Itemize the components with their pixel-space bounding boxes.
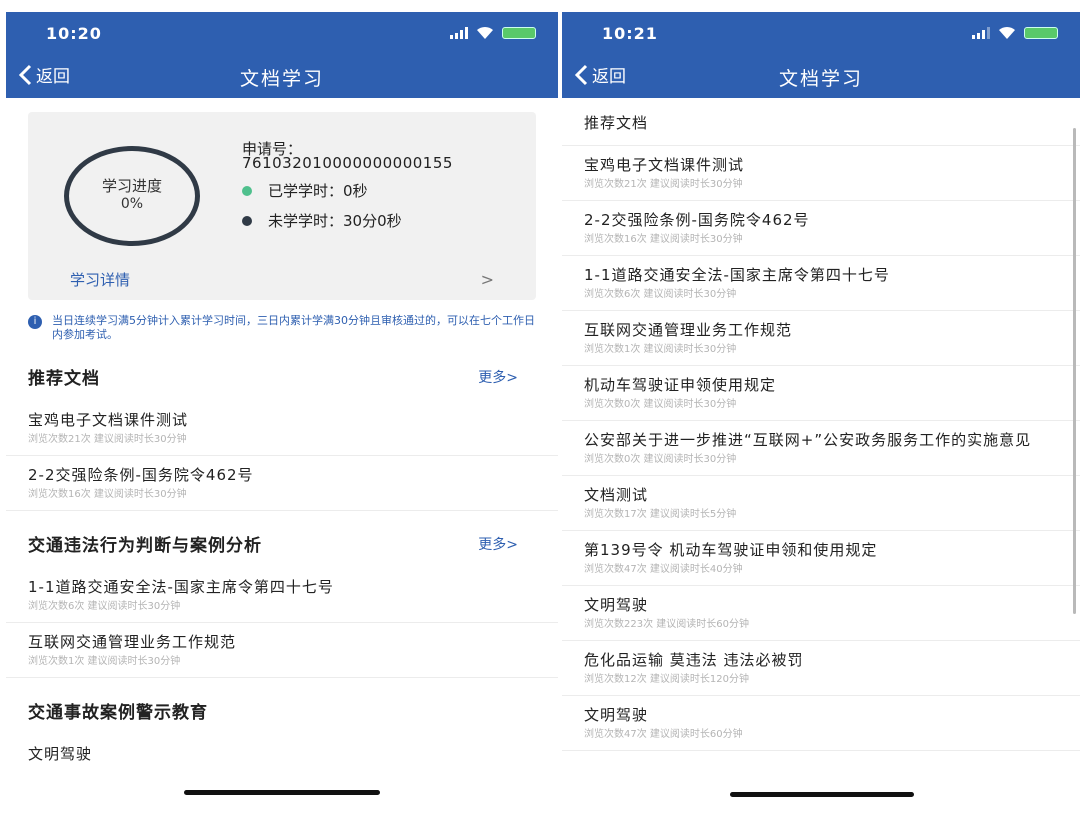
doc-meta: 浏览次数47次 建议阅读时长40分钟 [584, 564, 743, 575]
doc-meta: 浏览次数0次 建议阅读时长30分钟 [584, 454, 737, 465]
section-title: 交通事故案例警示教育 [28, 703, 208, 723]
doc-title: 1-1道路交通安全法-国家主席令第四十七号 [28, 578, 334, 596]
doc-list-item[interactable]: 危化品运输 莫违法 违法必被罚 浏览次数12次 建议阅读时长120分钟 [562, 641, 1080, 696]
doc-title: 文明驾驶 [584, 706, 649, 724]
home-indicator [730, 792, 914, 797]
doc-title: 1-1道路交通安全法-国家主席令第四十七号 [584, 266, 890, 284]
doc-meta: 浏览次数21次 建议阅读时长30分钟 [584, 179, 743, 190]
doc-list-item[interactable]: 文明驾驶 [6, 735, 558, 765]
doc-title: 互联网交通管理业务工作规范 [28, 633, 237, 651]
info-icon: i [28, 315, 42, 329]
doc-meta: 浏览次数21次 建议阅读时长30分钟 [28, 434, 187, 445]
doc-meta: 浏览次数6次 建议阅读时长30分钟 [28, 601, 181, 612]
doc-meta: 浏览次数47次 建议阅读时长60分钟 [584, 729, 743, 740]
wifi-icon [477, 26, 493, 39]
doc-list-item[interactable]: 互联网交通管理业务工作规范 浏览次数1次 建议阅读时长30分钟 [6, 623, 558, 678]
scrollbar[interactable] [1073, 128, 1076, 614]
section-header-recommended: 推荐文档 更多> [6, 364, 558, 389]
doc-list-item[interactable]: 机动车驾驶证申领使用规定 浏览次数0次 建议阅读时长30分钟 [562, 366, 1080, 421]
status-icons [972, 26, 1058, 40]
doc-title: 2-2交强险条例-国务院令462号 [584, 211, 810, 229]
nav-bar: 返回 文档学习 [562, 54, 1080, 98]
header: 10:21 返回 文档学习 [562, 12, 1080, 98]
application-number: 761032010000000000155 [242, 154, 453, 172]
doc-meta: 浏览次数1次 建议阅读时长30分钟 [28, 656, 181, 667]
unlearned-hours-text: 未学学时：30分0秒 [268, 212, 402, 230]
study-detail-label: 学习详情 [70, 270, 131, 289]
learned-hours: 已学学时：0秒 [242, 180, 368, 201]
wifi-icon [999, 26, 1015, 39]
section-header-accident: 交通事故案例警示教育 [6, 698, 558, 723]
nav-bar: 返回 文档学习 [6, 54, 558, 98]
page-title: 文档学习 [239, 68, 324, 90]
page-title: 文档学习 [778, 68, 863, 90]
more-link[interactable]: 更多> [478, 367, 518, 387]
doc-title: 宝鸡电子文档课件测试 [28, 411, 189, 429]
doc-meta: 浏览次数12次 建议阅读时长120分钟 [584, 674, 749, 685]
section-header-violation: 交通违法行为判断与案例分析 更多> [6, 531, 558, 556]
doc-title: 机动车驾驶证申领使用规定 [584, 376, 777, 394]
progress-percent: 0% [120, 196, 144, 212]
notice: i 当日连续学习满5分钟计入累计学习时间，三日内累计学满30分钟且审核通过的，可… [6, 300, 558, 342]
phone-screen-right: 10:21 返回 文档学习 推荐文档 宝鸡电子文档课件测试 浏览次数21次 建议… [562, 12, 1080, 820]
doc-title: 公安部关于进一步推进“互联网+”公安政务服务工作的实施意见 [584, 431, 1032, 449]
doc-title: 互联网交通管理业务工作规范 [584, 321, 793, 339]
doc-list-item[interactable]: 宝鸡电子文档课件测试 浏览次数21次 建议阅读时长30分钟 [6, 401, 558, 456]
status-bar: 10:21 [562, 12, 1080, 54]
doc-list-item[interactable]: 第139号令 机动车驾驶证申领和使用规定 浏览次数47次 建议阅读时长40分钟 [562, 531, 1080, 586]
doc-title: 宝鸡电子文档课件测试 [584, 156, 745, 174]
progress-ring: 学习进度 0% [64, 146, 200, 246]
doc-list-item[interactable]: 文档测试 浏览次数17次 建议阅读时长5分钟 [562, 476, 1080, 531]
doc-title: 危化品运输 莫违法 违法必被罚 [584, 651, 804, 669]
section-title: 交通违法行为判断与案例分析 [28, 536, 262, 556]
doc-list-item[interactable]: 文明驾驶 浏览次数47次 建议阅读时长60分钟 [562, 696, 1080, 751]
battery-icon [502, 27, 536, 39]
more-link[interactable]: 更多> [478, 534, 518, 554]
doc-title: 2-2交强险条例-国务院令462号 [28, 466, 254, 484]
header: 10:20 返回 文档学习 [6, 12, 558, 98]
learned-hours-text: 已学学时：0秒 [268, 182, 368, 200]
progress-card: 学习进度 0% 申请号： 761032010000000000155 已学学时：… [28, 112, 536, 300]
doc-title: 文明驾驶 [28, 745, 93, 763]
section-title: 推荐文档 [562, 98, 1080, 146]
battery-icon [1024, 27, 1058, 39]
doc-list-item[interactable]: 1-1道路交通安全法-国家主席令第四十七号 浏览次数6次 建议阅读时长30分钟 [6, 568, 558, 623]
progress-label: 学习进度 [101, 177, 162, 195]
doc-meta: 浏览次数223次 建议阅读时长60分钟 [584, 619, 749, 630]
chevron-right-icon: > [480, 269, 494, 289]
unlearned-hours: 未学学时：30分0秒 [242, 210, 402, 231]
doc-meta: 浏览次数1次 建议阅读时长30分钟 [584, 344, 737, 355]
study-detail-row[interactable]: 学习详情 > [28, 258, 536, 300]
home-indicator [184, 790, 380, 795]
status-icons [450, 26, 536, 40]
doc-title: 文档测试 [584, 486, 649, 504]
signal-icon [972, 27, 990, 39]
doc-list-item[interactable]: 2-2交强险条例-国务院令462号 浏览次数16次 建议阅读时长30分钟 [6, 456, 558, 511]
notice-text: 当日连续学习满5分钟计入累计学习时间，三日内累计学满30分钟且审核通过的，可以在… [52, 314, 535, 341]
doc-list-item[interactable]: 2-2交强险条例-国务院令462号 浏览次数16次 建议阅读时长30分钟 [562, 201, 1080, 256]
doc-meta: 浏览次数6次 建议阅读时长30分钟 [584, 289, 737, 300]
doc-list-item[interactable]: 1-1道路交通安全法-国家主席令第四十七号 浏览次数6次 建议阅读时长30分钟 [562, 256, 1080, 311]
section-title: 推荐文档 [28, 369, 100, 389]
doc-meta: 浏览次数17次 建议阅读时长5分钟 [584, 509, 737, 520]
doc-meta: 浏览次数16次 建议阅读时长30分钟 [584, 234, 743, 245]
unlearned-dot-icon [242, 215, 252, 226]
doc-list-item[interactable]: 文明驾驶 浏览次数223次 建议阅读时长60分钟 [562, 586, 1080, 641]
learned-dot-icon [242, 185, 252, 196]
doc-title: 第139号令 机动车驾驶证申领和使用规定 [584, 541, 878, 559]
signal-icon [450, 27, 468, 39]
doc-meta: 浏览次数16次 建议阅读时长30分钟 [28, 489, 187, 500]
status-time: 10:21 [602, 24, 658, 43]
status-time: 10:20 [46, 24, 102, 43]
doc-list-item[interactable]: 互联网交通管理业务工作规范 浏览次数1次 建议阅读时长30分钟 [562, 311, 1080, 366]
doc-meta: 浏览次数0次 建议阅读时长30分钟 [584, 399, 737, 410]
phone-screen-left: 10:20 返回 文档学习 学习进度 0% 申请号： 7610320100000… [6, 12, 558, 820]
status-bar: 10:20 [6, 12, 558, 54]
doc-list-item[interactable]: 宝鸡电子文档课件测试 浏览次数21次 建议阅读时长30分钟 [562, 146, 1080, 201]
doc-list-item[interactable]: 公安部关于进一步推进“互联网+”公安政务服务工作的实施意见 浏览次数0次 建议阅… [562, 421, 1080, 476]
doc-title: 文明驾驶 [584, 596, 649, 614]
